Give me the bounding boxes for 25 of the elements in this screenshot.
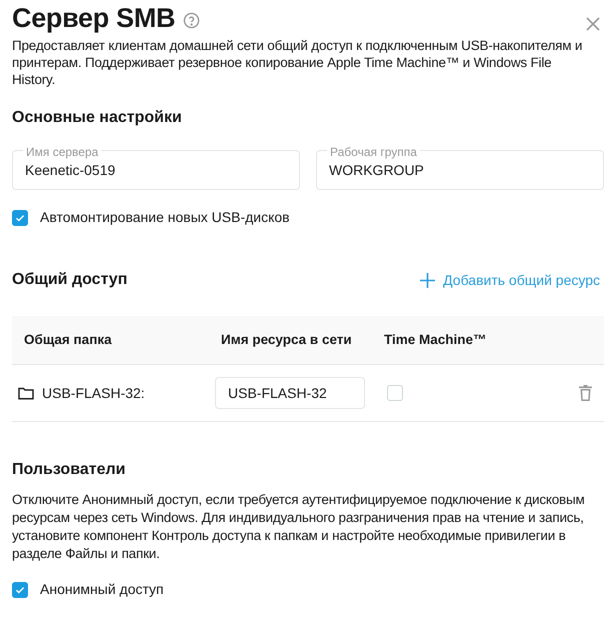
checkbox[interactable] (387, 385, 403, 401)
close-icon[interactable] (586, 17, 600, 31)
column-header: Общая папка (24, 330, 113, 349)
checkbox[interactable] (12, 210, 28, 226)
page-title: Сервер SMB (12, 3, 176, 33)
trash-icon[interactable] (579, 385, 592, 401)
column-header: Имя ресурса в сети (221, 330, 353, 349)
table-cell-text: USB-FLASH-32: (42, 384, 145, 402)
help-icon[interactable] (183, 12, 200, 28)
plus-icon (420, 272, 436, 288)
share-name-field[interactable]: USB-FLASH-32 (215, 377, 365, 409)
field-value: WORKGROUP (329, 160, 424, 180)
checkbox-label: Анонимный доступ (40, 580, 164, 599)
field-value: Keenetic-0519 (25, 160, 116, 180)
section-heading: Основные настройки (12, 108, 183, 128)
description: Предоставляет клиентам домашней сети общий доступ к подключенным USB-накопителям и принтерам. Поддерживает резервное копирование Apple Time Machine™ и Windows File History. (12, 37, 584, 88)
section-heading: Общий доступ (12, 270, 128, 290)
users-description: Отключите Анонимный доступ, если требуется аутентифицируемое подключение к дисковым ресурсам через сеть Windows. Для индивидуального разграничения прав на чтение и запись, установите компонент Контроль доступа к папкам и настройте необходимые привилегии в разделе Файлы и папки. (12, 491, 586, 563)
folder-icon (18, 386, 34, 400)
section-heading: Пользователи (12, 460, 126, 480)
check-icon (15, 584, 25, 594)
checkbox-label: Автомонтирование новых USB-дисков (40, 208, 290, 227)
checkbox[interactable] (12, 582, 28, 598)
check-icon (15, 212, 25, 222)
column-header: Time Machine™ (384, 330, 488, 349)
